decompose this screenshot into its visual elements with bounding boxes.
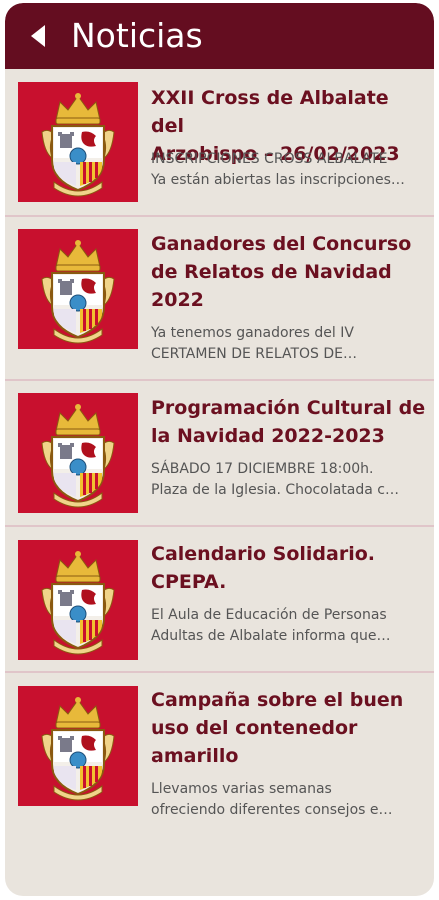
news-title: Campaña sobre el buen uso del contenedor… [151, 686, 427, 770]
news-description-line: El Aula de Educación de Personas [151, 607, 387, 623]
back-arrow-icon[interactable] [27, 23, 51, 49]
news-title: Programación Cultural de la Navidad 2022… [151, 394, 427, 450]
page-title: Noticias [71, 16, 203, 55]
news-title-line: XXII Cross de Albalate del [151, 87, 389, 137]
coat-of-arms-icon [18, 540, 138, 660]
coat-of-arms-icon [18, 686, 138, 806]
news-description-line: Plaza de la Iglesia. Chocolatada c… [151, 482, 399, 498]
coat-of-arms-icon [18, 82, 138, 202]
coat-of-arms-icon [18, 393, 138, 513]
news-description: SÁBADO 17 DICIEMBRE 18:00h. Plaza de la … [151, 459, 427, 501]
news-item[interactable]: XXII Cross de Albalate del Arzobispo – 2… [5, 69, 434, 217]
app-header: Noticias [5, 3, 434, 69]
news-title: Ganadores del Concurso de Relatos de Nav… [151, 230, 427, 314]
news-title-line: Ganadores del Concurso [151, 233, 412, 255]
news-item[interactable]: Ganadores del Concurso de Relatos de Nav… [5, 217, 434, 381]
news-description: Ya tenemos ganadores del IV CERTAMEN DE … [151, 323, 427, 365]
coat-of-arms-icon [18, 229, 138, 349]
news-title: Calendario Solidario. CPEPA. [151, 540, 427, 596]
news-description-line: ofreciendo diferentes consejos e… [151, 802, 393, 818]
news-description-line: INSCRIPCIONES CROSS ALBALATE [151, 151, 388, 167]
news-description: Llevamos varias semanas ofreciendo difer… [151, 779, 427, 821]
news-item[interactable]: Calendario Solidario. CPEPA. El Aula de … [5, 527, 434, 673]
app-frame: Noticias XXII Cross de Albalate del Arzo… [5, 3, 434, 896]
news-description-line: Ya están abiertas las inscripciones… [151, 172, 405, 188]
news-title-line: Programación Cultural de [151, 397, 426, 419]
news-title-line: Campaña sobre el buen [151, 689, 404, 711]
news-description-line: SÁBADO 17 DICIEMBRE 18:00h. [151, 461, 374, 477]
news-title-line: amarillo [151, 745, 239, 767]
news-description-line: CERTAMEN DE RELATOS DE… [151, 346, 358, 362]
news-title-line: 2022 [151, 289, 204, 311]
news-item[interactable]: Campaña sobre el buen uso del contenedor… [5, 673, 434, 833]
news-title-line: Calendario Solidario. [151, 543, 376, 565]
news-title-line: uso del contenedor [151, 717, 358, 739]
news-description-line: Ya tenemos ganadores del IV [151, 325, 354, 341]
news-description-line: Llevamos varias semanas [151, 781, 332, 797]
news-title-line: CPEPA. [151, 571, 227, 593]
news-description: INSCRIPCIONES CROSS ALBALATE Ya están ab… [151, 149, 427, 191]
news-description-line: Adultas de Albalate informa que… [151, 628, 391, 644]
news-description: El Aula de Educación de Personas Adultas… [151, 605, 427, 647]
news-title-line: de Relatos de Navidad [151, 261, 392, 283]
news-item[interactable]: Programación Cultural de la Navidad 2022… [5, 381, 434, 527]
news-title-line: la Navidad 2022-2023 [151, 425, 385, 447]
